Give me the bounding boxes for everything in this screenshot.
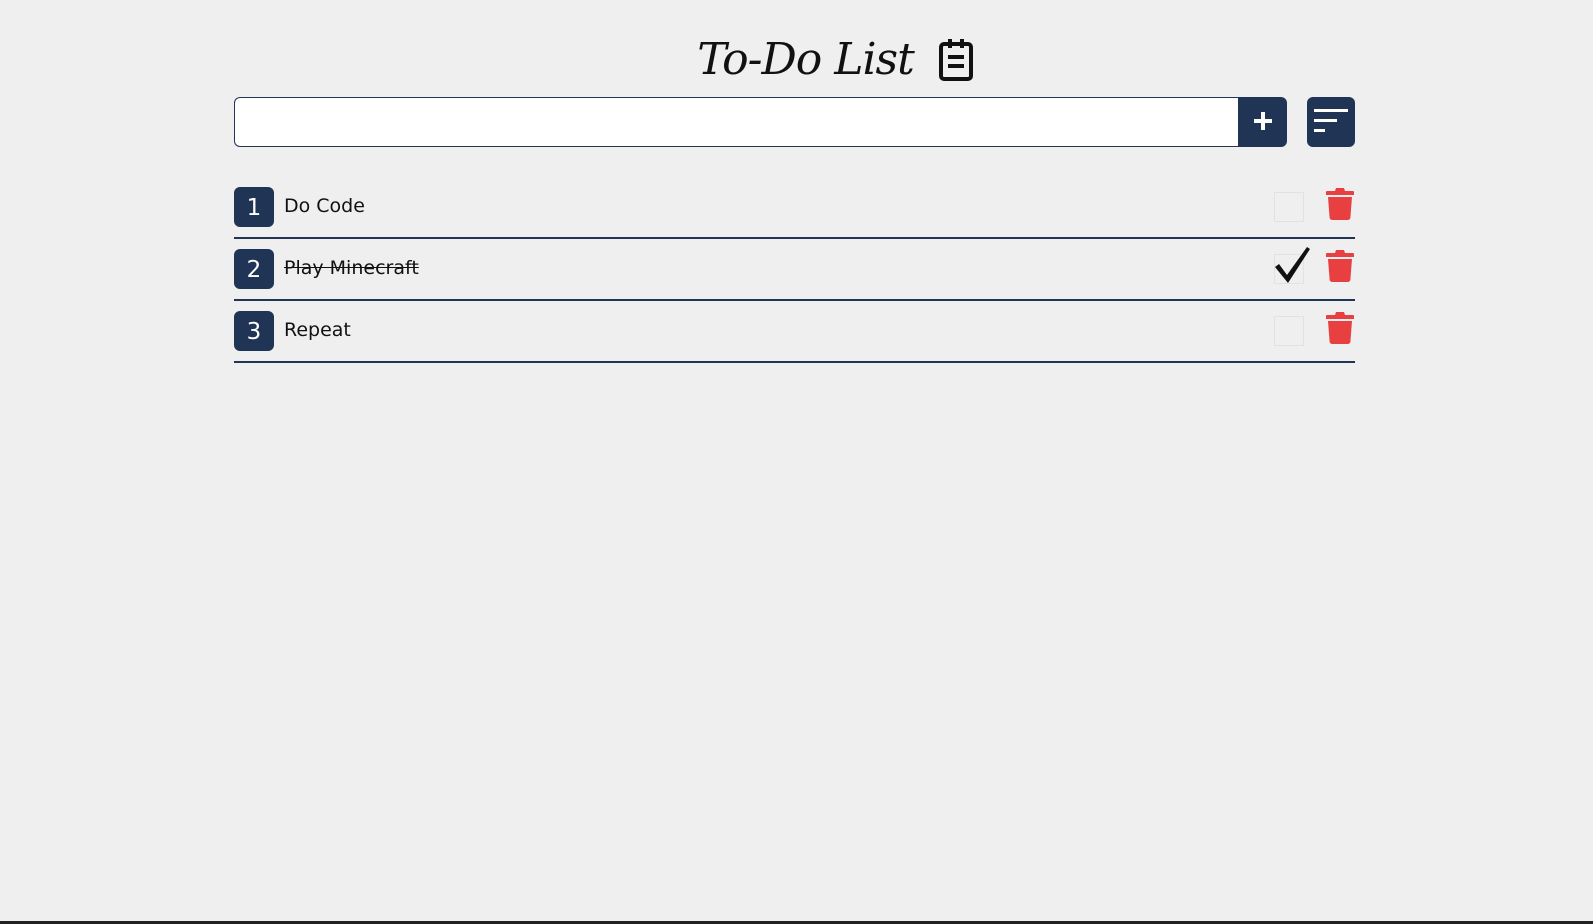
item-number-badge: 3	[234, 311, 274, 351]
item-number-badge: 2	[234, 249, 274, 289]
trash-icon	[1326, 187, 1354, 225]
item-text: Play Minecraft	[284, 257, 419, 279]
item-text: Repeat	[284, 319, 351, 341]
sort-button[interactable]	[1307, 97, 1355, 147]
header: To-Do List	[0, 30, 1593, 90]
add-task-form	[234, 97, 1355, 147]
clipboard-icon	[936, 37, 976, 83]
add-task-button[interactable]	[1238, 97, 1287, 147]
sort-lines-icon	[1314, 108, 1348, 136]
complete-checkbox[interactable]	[1274, 192, 1304, 222]
page-title: To-Do List	[697, 34, 915, 85]
task-input[interactable]	[234, 97, 1238, 147]
list-item: 3 Repeat	[234, 301, 1355, 363]
list-item: 2 Play Minecraft	[234, 239, 1355, 301]
item-text: Do Code	[284, 195, 365, 217]
checkmark-icon	[1273, 245, 1313, 285]
list-item: 1 Do Code	[234, 177, 1355, 239]
delete-button[interactable]	[1325, 311, 1355, 349]
delete-button[interactable]	[1325, 249, 1355, 287]
todo-list: 1 Do Code 2 Play Minecraft 3 Repeat	[234, 177, 1355, 363]
delete-button[interactable]	[1325, 187, 1355, 225]
complete-checkbox[interactable]	[1274, 247, 1310, 284]
complete-checkbox[interactable]	[1274, 316, 1304, 346]
trash-icon	[1326, 311, 1354, 349]
item-number-badge: 1	[234, 187, 274, 227]
trash-icon	[1326, 249, 1354, 287]
plus-icon	[1253, 111, 1272, 133]
